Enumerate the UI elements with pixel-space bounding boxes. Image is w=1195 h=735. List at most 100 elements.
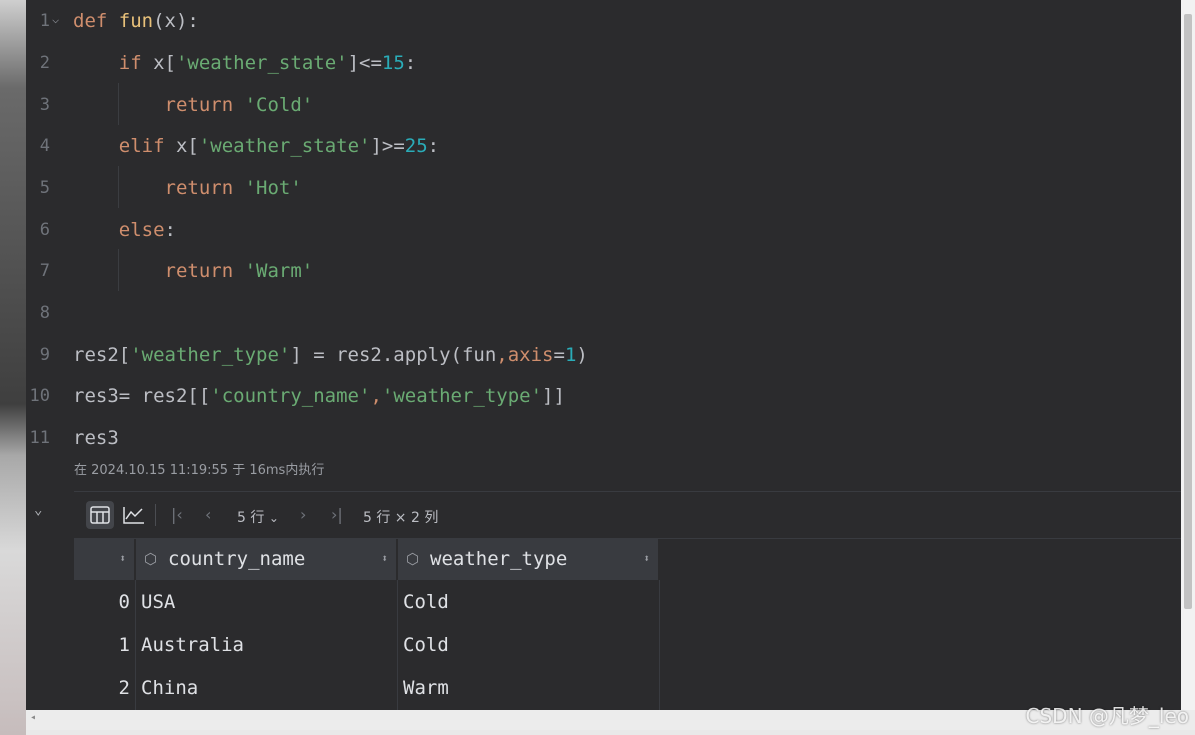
table-cell: Cold [403,591,449,613]
code-token: 'weather_type' [130,344,291,366]
code-token: : [427,135,440,157]
code-line[interactable]: return 'Hot' [73,177,302,199]
sort-icon[interactable]: ⬍ [643,538,650,580]
fold-chevron-icon[interactable]: ⌵ [52,12,66,26]
code-token: 1 [564,344,577,366]
column-divider [135,580,136,710]
code-line[interactable]: elif x['weather_state']>=25: [73,135,439,157]
line-number: 8 [39,303,50,323]
column-divider [659,580,660,710]
code-token: return [164,94,245,116]
code-token: res3 [73,427,119,449]
chart-view-button[interactable] [120,501,148,529]
code-line[interactable]: res3 [73,427,119,449]
scrollbar-thumb[interactable] [1184,14,1192,609]
code-token: : [164,219,176,241]
output-toolbar: |‹ ‹ 5 行 ⌄ › ›| 5 行 × 2 列 [74,492,1181,539]
code-token: 'Hot' [244,177,302,199]
code-token: 'country_name' [210,385,371,407]
code-line[interactable]: def fun(x): [73,10,199,32]
code-line[interactable]: res3= res2[['country_name','weather_type… [73,385,565,407]
scroll-left-arrow-icon[interactable]: ◂ [30,712,36,723]
table-cell: Australia [141,634,244,656]
code-token: return [164,177,245,199]
watermark: CSDN @凡梦_leo [1025,704,1189,728]
row-index: 2 [118,677,130,699]
code-token: ]] [542,385,565,407]
code-token: 25 [404,135,428,157]
code-line[interactable]: return 'Cold' [73,94,314,116]
vertical-scrollbar[interactable] [1181,0,1195,710]
column-header-country-name[interactable]: ⬡ country_name ⬍ [136,538,396,580]
execution-timestamp: 在 2024.10.15 11:19:55 于 16ms内执行 [74,463,325,478]
output-panel: |‹ ‹ 5 行 ⌄ › ›| 5 行 × 2 列 ⬍ ⬡ country_na… [74,491,1181,710]
table-cell: China [141,677,199,699]
chevron-down-icon: ⌄ [268,511,279,525]
index-header[interactable]: ⬍ [74,538,134,580]
notebook-editor: 1 ⌵ 2 3 4 5 6 7 8 9 10 11 def fun(x): if… [26,0,1181,710]
column-type-cube-icon: ⬡ [406,550,420,568]
row-index: 1 [118,634,130,656]
line-number: 3 [39,95,50,115]
code-token: 'Cold' [244,94,314,116]
rows-per-page-label: 5 行 [237,510,265,526]
column-type-cube-icon: ⬡ [144,550,158,568]
code-token: : [404,52,417,74]
column-divider [397,580,398,710]
line-number: 10 [29,386,50,406]
line-number: 7 [39,261,50,281]
background-strip [0,0,26,735]
horizontal-scrollbar[interactable]: ◂ [26,710,1195,730]
code-token: def [73,10,119,32]
line-number: 11 [29,428,50,448]
code-token: ]>= [370,135,405,157]
code-token: if [118,52,154,74]
table-cell: Cold [403,634,449,656]
line-number: 2 [39,53,50,73]
line-number: 1 [39,11,50,31]
collapse-output-chevron-icon[interactable]: ⌄ [34,502,50,518]
code-token: 'Warm' [244,260,314,282]
code-token: , [496,344,508,366]
code-token: x[ [153,52,176,74]
code-token: ) [576,344,588,366]
code-token: 'weather_state' [198,135,371,157]
code-token: x[ [175,135,199,157]
code-line[interactable]: if x['weather_state']<=15: [73,52,416,74]
code-line[interactable]: else: [73,219,176,241]
column-header-weather-type[interactable]: ⬡ weather_type ⬍ [398,538,658,580]
table-cell: Warm [403,677,449,699]
line-chart-icon [123,507,144,524]
code-line[interactable]: return 'Warm' [73,260,314,282]
table-view-button[interactable] [86,501,114,529]
line-number: 4 [39,136,50,156]
line-gutter: 1 ⌵ 2 3 4 5 6 7 8 9 10 11 [26,0,68,710]
line-number: 5 [39,178,50,198]
row-index: 0 [118,591,130,613]
table-shape-label: 5 行 × 2 列 [363,510,439,526]
code-token: else [118,219,165,241]
prev-page-icon[interactable]: ‹ [205,505,211,524]
sort-icon[interactable]: ⬍ [381,538,388,580]
code-token: 15 [381,52,405,74]
code-token: return [164,260,245,282]
first-page-icon[interactable]: |‹ [171,505,183,524]
column-header-label: weather_type [430,548,568,570]
code-token: axis [507,344,554,366]
next-page-icon[interactable]: › [300,505,306,524]
rows-per-page-select[interactable]: 5 行 ⌄ [237,507,279,527]
code-line[interactable]: res2['weather_type'] = res2.apply(fun,ax… [73,344,588,366]
line-number: 9 [39,345,50,365]
code-token: ] = res2.apply(fun [290,344,497,366]
code-token: 'weather_type' [381,385,543,407]
code-token: , [370,385,382,407]
last-page-icon[interactable]: ›| [331,505,343,524]
sort-icon[interactable]: ⬍ [119,538,126,580]
code-token: (x): [153,10,199,32]
